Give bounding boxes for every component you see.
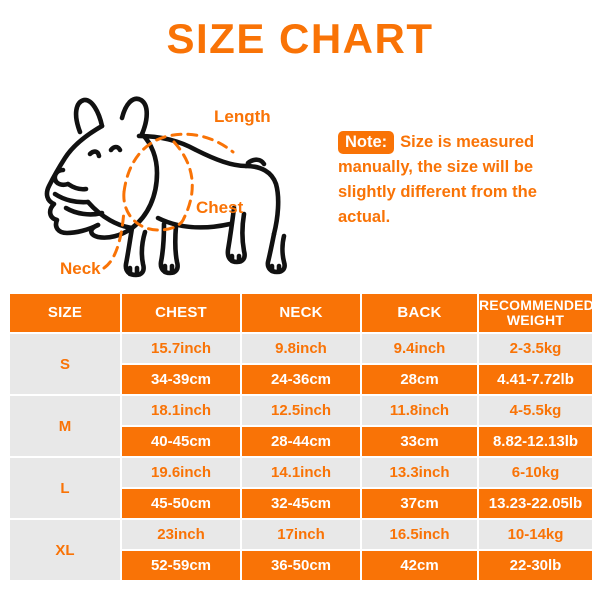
- cell-xl-neck-inch: 17inch: [240, 518, 362, 551]
- note-text-3: slightly different from the: [338, 183, 537, 201]
- note-badge: Note:: [338, 131, 395, 154]
- cell-m-weight-lb: 8.82-12.13lb: [477, 425, 594, 458]
- page-title: SIZE CHART: [166, 15, 434, 62]
- cell-xl-weight-kg: 10-14kg: [477, 518, 594, 551]
- cell-s-weight-kg: 2-3.5kg: [477, 332, 594, 365]
- cell-m-neck-cm: 28-44cm: [240, 425, 362, 458]
- cell-l-weight-kg: 6-10kg: [477, 456, 594, 489]
- weight-header-line-1: RECOMMENDED: [479, 297, 594, 313]
- cell-s-weight-lb: 4.41-7.72lb: [477, 363, 594, 396]
- column-header-size: SIZE: [8, 292, 122, 334]
- cell-m-back-inch: 11.8inch: [360, 394, 479, 427]
- size-chart-table-wrapper: SIZE CHEST NECK BACK RECOMMENDED WEIGHT S…: [8, 292, 594, 582]
- size-cell-xl: XL: [8, 518, 122, 582]
- cell-xl-back-cm: 42cm: [360, 549, 479, 582]
- size-cell-l: L: [8, 456, 122, 520]
- cell-s-back-cm: 28cm: [360, 363, 479, 396]
- neck-label: Neck: [60, 259, 101, 278]
- cell-m-chest-cm: 40-45cm: [120, 425, 242, 458]
- cell-s-chest-cm: 34-39cm: [120, 363, 242, 396]
- illustration-and-note-section: Length Chest Neck Note: Size is measured …: [0, 78, 600, 290]
- note-text-1: Size is measured: [400, 133, 535, 151]
- table-body: S 15.7inch 9.8inch 9.4inch 2-3.5kg 34-39…: [8, 332, 594, 582]
- note-line-1: Note: Size is measured: [338, 130, 588, 155]
- note-text-2: manually, the size will be: [338, 158, 534, 176]
- column-header-back: BACK: [360, 292, 479, 334]
- cell-s-neck-inch: 9.8inch: [240, 332, 362, 365]
- cell-xl-chest-inch: 23inch: [120, 518, 242, 551]
- size-chart-table: SIZE CHEST NECK BACK RECOMMENDED WEIGHT S…: [8, 292, 594, 582]
- length-label: Length: [214, 107, 271, 126]
- cell-s-back-inch: 9.4inch: [360, 332, 479, 365]
- table-header: SIZE CHEST NECK BACK RECOMMENDED WEIGHT: [8, 292, 594, 334]
- size-cell-s: S: [8, 332, 122, 396]
- table-row: M 18.1inch 12.5inch 11.8inch 4-5.5kg: [8, 394, 594, 458]
- note-block: Note: Size is measured manually, the size…: [338, 130, 588, 230]
- cell-l-back-cm: 37cm: [360, 487, 479, 520]
- cell-l-chest-inch: 19.6inch: [120, 456, 242, 489]
- size-cell-m: M: [8, 394, 122, 458]
- cell-xl-chest-cm: 52-59cm: [120, 549, 242, 582]
- cell-l-neck-cm: 32-45cm: [240, 487, 362, 520]
- cell-m-chest-inch: 18.1inch: [120, 394, 242, 427]
- cell-l-weight-lb: 13.23-22.05lb: [477, 487, 594, 520]
- cell-m-back-cm: 33cm: [360, 425, 479, 458]
- chest-measure-line-front: [172, 140, 194, 220]
- column-header-chest: CHEST: [120, 292, 242, 334]
- cell-s-chest-inch: 15.7inch: [120, 332, 242, 365]
- table-row: S 15.7inch 9.8inch 9.4inch 2-3.5kg: [8, 332, 594, 396]
- weight-header-line-2: WEIGHT: [506, 312, 565, 328]
- table-row: L 19.6inch 14.1inch 13.3inch 6-10kg: [8, 456, 594, 520]
- dog-measurement-illustration: Length Chest Neck: [18, 78, 318, 288]
- cell-l-back-inch: 13.3inch: [360, 456, 479, 489]
- note-text-4: actual.: [338, 208, 391, 226]
- column-header-neck: NECK: [240, 292, 362, 334]
- cell-xl-back-inch: 16.5inch: [360, 518, 479, 551]
- title-bar: SIZE CHART: [0, 0, 600, 78]
- cell-xl-neck-cm: 36-50cm: [240, 549, 362, 582]
- column-header-recommended-weight: RECOMMENDED WEIGHT: [477, 292, 594, 334]
- table-row: XL 23inch 17inch 16.5inch 10-14kg: [8, 518, 594, 582]
- cell-s-neck-cm: 24-36cm: [240, 363, 362, 396]
- cell-l-chest-cm: 45-50cm: [120, 487, 242, 520]
- cell-l-neck-inch: 14.1inch: [240, 456, 362, 489]
- cell-m-neck-inch: 12.5inch: [240, 394, 362, 427]
- chest-label: Chest: [196, 198, 244, 217]
- cell-xl-weight-lb: 22-30lb: [477, 549, 594, 582]
- cell-m-weight-kg: 4-5.5kg: [477, 394, 594, 427]
- table-header-row: SIZE CHEST NECK BACK RECOMMENDED WEIGHT: [8, 292, 594, 334]
